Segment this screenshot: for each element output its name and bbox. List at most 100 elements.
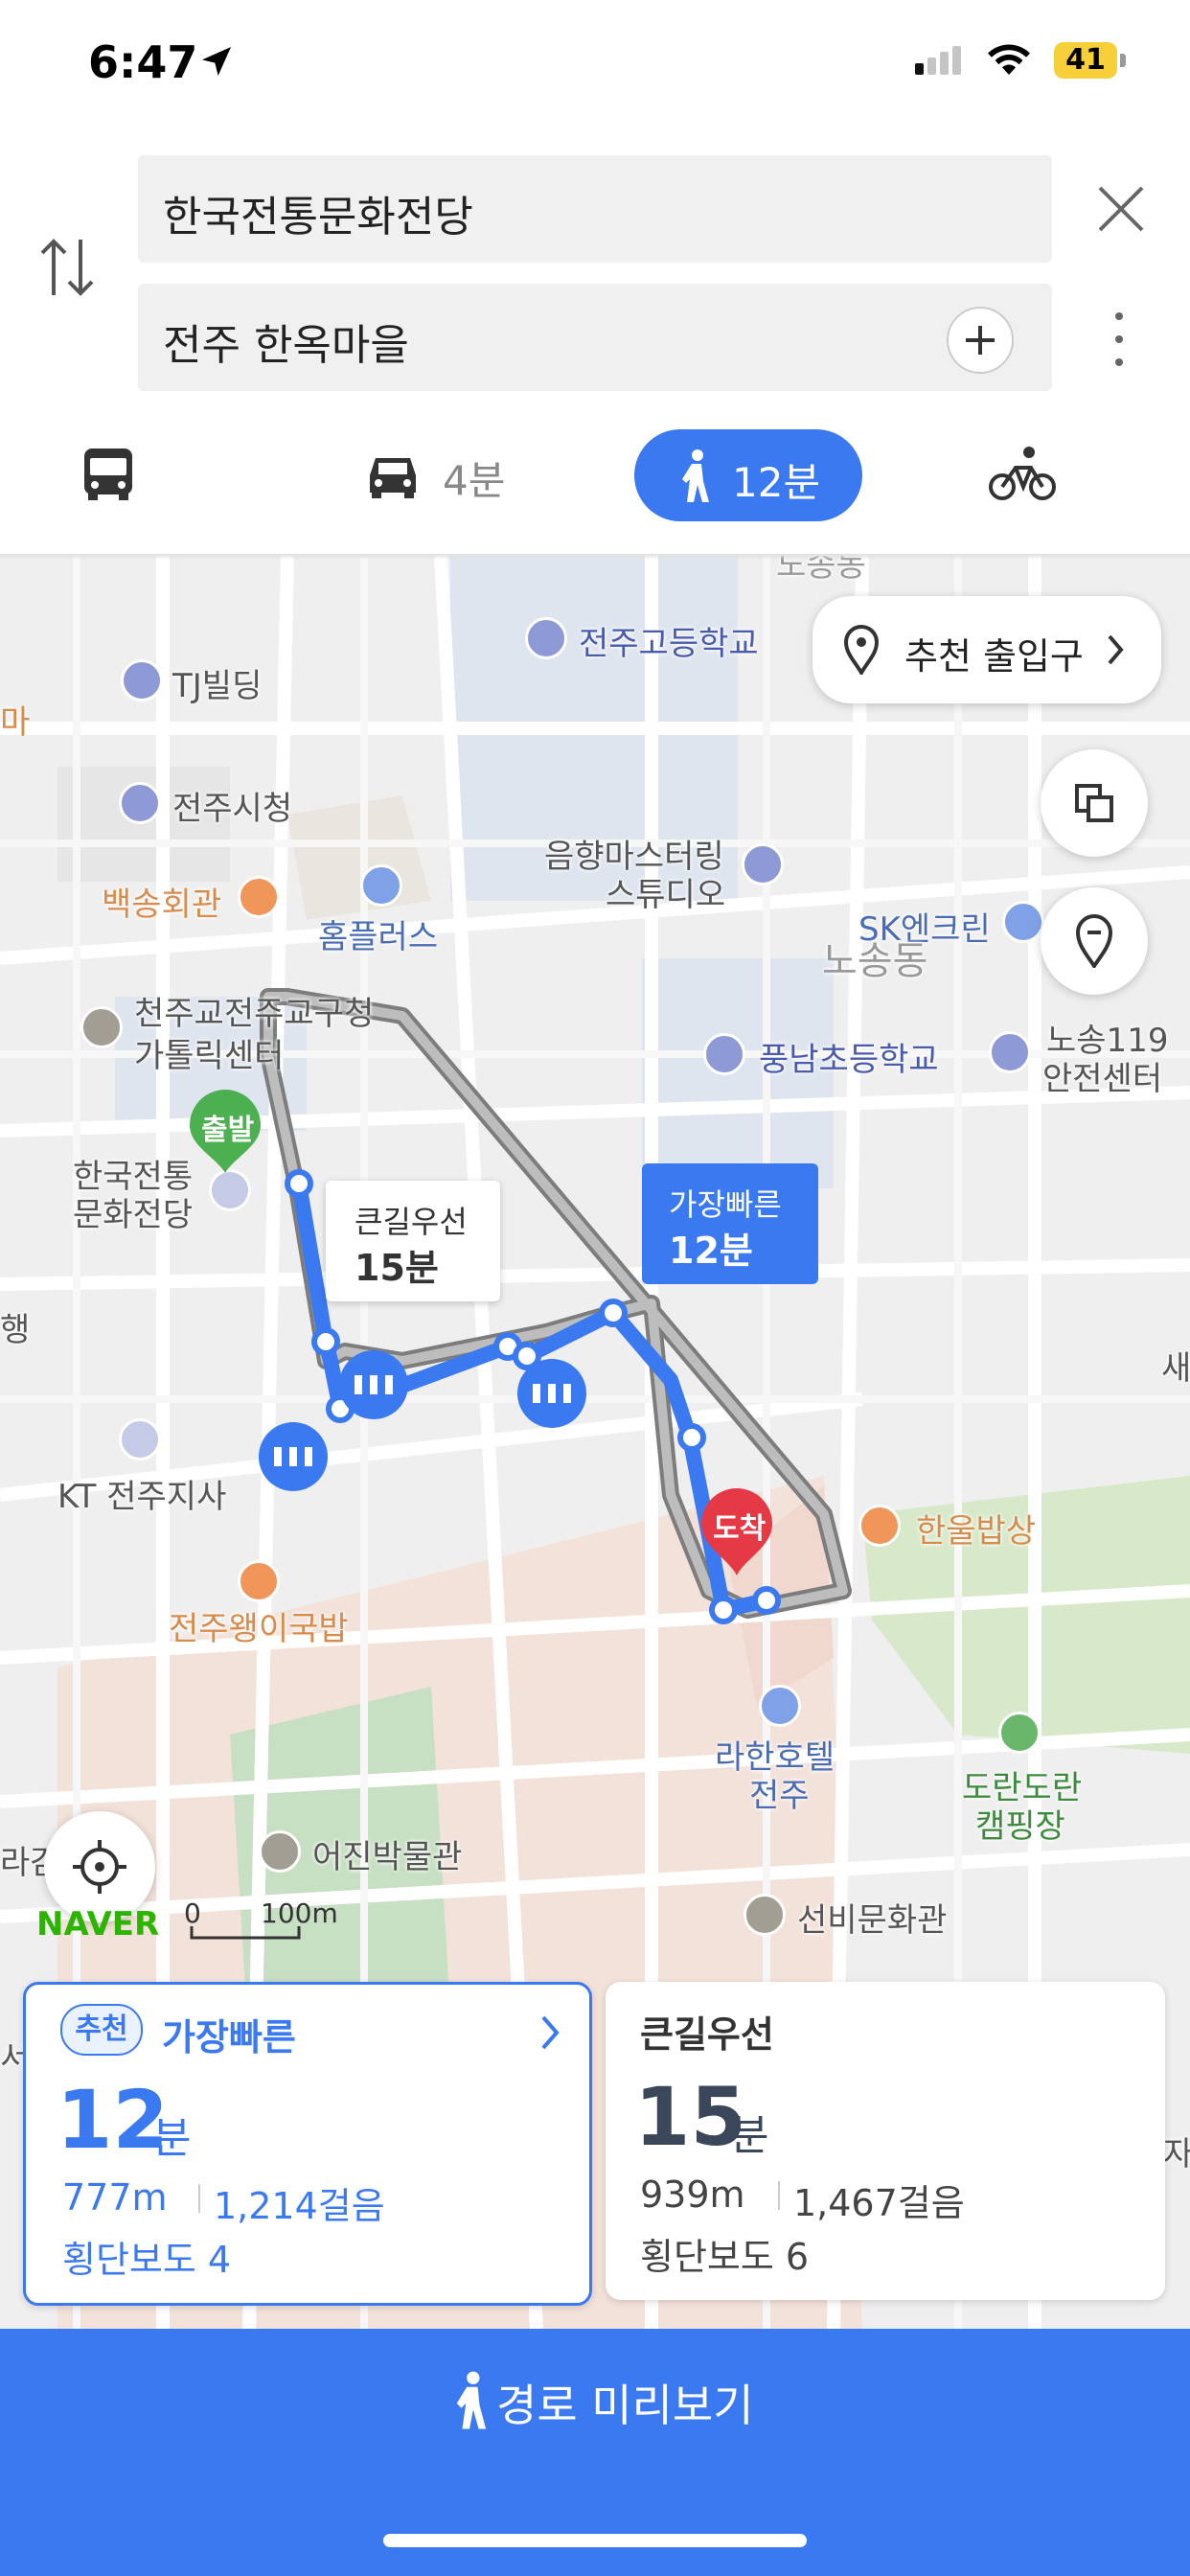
map-label[interactable]: 전주왱이국밥	[169, 1602, 349, 1649]
map-label[interactable]: 문화전당	[73, 1188, 193, 1235]
school-icon	[703, 1033, 745, 1075]
main-road-callout[interactable]: 큰길우선 15분	[326, 1181, 500, 1301]
museum-icon	[744, 1894, 786, 1936]
battery-indicator: 41	[1054, 42, 1117, 79]
bus-mode-icon[interactable]	[79, 445, 138, 504]
walk-icon	[456, 2371, 487, 2429]
route-title: 큰길우선	[640, 2013, 774, 2056]
gas-station-icon	[1002, 901, 1044, 943]
entrance-chip-label: 추천 출입구	[904, 635, 1084, 678]
route-steps: 1,467걸음	[793, 2182, 965, 2224]
layers-icon	[1075, 784, 1113, 822]
map-label[interactable]: 전주	[749, 1769, 810, 1816]
fire-station-icon	[989, 1031, 1031, 1073]
map-label: 자	[1163, 2135, 1190, 2174]
end-pin[interactable]: 도착	[699, 1485, 774, 1577]
route-distance: 777m	[62, 2176, 168, 2219]
map-label[interactable]: 가톨릭센터	[134, 1029, 284, 1076]
close-icon[interactable]	[1092, 180, 1150, 238]
status-time: 6:47	[88, 36, 198, 88]
more-options-button[interactable]	[1110, 309, 1129, 370]
map-label: 행	[0, 1311, 31, 1349]
route-distance: 939m	[640, 2174, 745, 2216]
map-label[interactable]: 선비문화관	[797, 1894, 947, 1941]
school-icon	[525, 617, 567, 659]
chevron-right-icon	[1108, 634, 1124, 665]
map-label[interactable]: TJ빌딩	[172, 659, 262, 706]
map-label[interactable]: 전주시청	[172, 782, 292, 829]
map-label[interactable]: 홈플러스	[318, 910, 438, 957]
route-crosswalks: 횡단보도 4	[62, 2239, 232, 2281]
map-label[interactable]: 백송회관	[102, 878, 221, 925]
origin-field[interactable]: 한국전통문화전당	[138, 155, 1052, 263]
map-label[interactable]: 전주고등학교	[579, 617, 759, 664]
building-icon	[121, 659, 163, 702]
scale-distance: 100m	[261, 1898, 338, 1929]
building-icon	[742, 843, 784, 886]
restaurant-icon	[858, 1505, 901, 1547]
walk-icon	[682, 449, 709, 502]
route-minutes-unit: 분	[730, 2111, 769, 2160]
separator	[198, 2184, 200, 2213]
end-pin-label: 도착	[713, 1512, 767, 1546]
company-icon	[119, 1418, 161, 1460]
home-indicator[interactable]	[383, 2534, 807, 2547]
dot	[1115, 312, 1123, 320]
destination-text: 전주 한옥마을	[163, 321, 409, 370]
destination-field[interactable]: 전주 한옥마을	[138, 284, 1052, 391]
dot	[1115, 358, 1123, 366]
route-minutes-unit: 분	[152, 2114, 192, 2163]
map-label[interactable]: KT 전주지사	[57, 1470, 226, 1517]
government-icon	[119, 782, 161, 824]
walk-mode-button[interactable]: 12분	[634, 429, 862, 521]
layers-button[interactable]	[1041, 749, 1148, 857]
add-waypoint-button[interactable]	[947, 307, 1014, 374]
map-label[interactable]: 스튜디오	[606, 868, 725, 915]
dot	[1115, 335, 1123, 343]
wifi-icon	[988, 44, 1030, 75]
map-label: 새	[1161, 1349, 1190, 1388]
location-arrow-icon	[202, 47, 231, 76]
map-label[interactable]: 안전센터	[1042, 1052, 1162, 1099]
route-card-fastest[interactable]: 추천 가장빠른 12 분 777m 1,214걸음 횡단보도 4	[23, 1982, 592, 2306]
map-label[interactable]: 천주교전주교구청	[134, 987, 374, 1034]
callout-title: 가장빠른	[669, 1186, 782, 1223]
chevron-right-icon	[541, 2015, 560, 2050]
map-label: 노송동	[822, 939, 928, 983]
map-label[interactable]: 한울밥상	[916, 1505, 1036, 1552]
walk-time-label: 12분	[732, 459, 821, 506]
restaurant-icon	[238, 876, 280, 918]
hotel-icon	[759, 1685, 801, 1727]
battery-tip	[1120, 54, 1126, 67]
separator	[778, 2181, 780, 2210]
preview-label: 경로 미리보기	[496, 2380, 754, 2431]
recommended-badge: 추천	[60, 2004, 143, 2056]
naver-logo: NAVER	[36, 1905, 160, 1944]
map-label[interactable]: 풍남초등학교	[759, 1033, 939, 1080]
car-time-label: 4분	[443, 457, 506, 504]
venue-icon	[209, 1169, 251, 1211]
location-pin-button[interactable]	[1041, 887, 1148, 995]
route-card-main-road[interactable]: 큰길우선 15 분 939m 1,467걸음 횡단보도 6	[606, 1982, 1165, 2300]
location-pin-icon	[843, 625, 880, 675]
fastest-callout[interactable]: 가장빠른 12분	[642, 1163, 818, 1284]
swap-icon[interactable]	[36, 234, 100, 301]
route-title: 가장빠른	[162, 2016, 296, 2058]
recommended-entrance-chip[interactable]: 추천 출입구	[812, 596, 1161, 703]
route-crosswalks: 횡단보도 6	[640, 2236, 810, 2278]
shopping-icon	[360, 864, 402, 907]
route-steps: 1,214걸음	[214, 2185, 385, 2227]
route-preview-button[interactable]: 경로 미리보기	[0, 2329, 1190, 2576]
map-label[interactable]: 어진박물관	[312, 1830, 462, 1877]
status-bar: 6:47 41	[0, 0, 1190, 134]
bicycle-mode-icon[interactable]	[987, 445, 1058, 504]
car-mode-icon[interactable]	[362, 447, 423, 504]
map-label[interactable]: 캠핑장	[975, 1800, 1065, 1847]
restaurant-icon	[238, 1560, 280, 1602]
callout-time: 12분	[669, 1230, 753, 1272]
scale-zero: 0	[184, 1898, 201, 1929]
origin-text: 한국전통문화전당	[163, 193, 473, 242]
callout-time: 15분	[355, 1247, 439, 1289]
crosshair-icon	[73, 1840, 126, 1894]
start-pin[interactable]: 출발	[188, 1089, 263, 1175]
